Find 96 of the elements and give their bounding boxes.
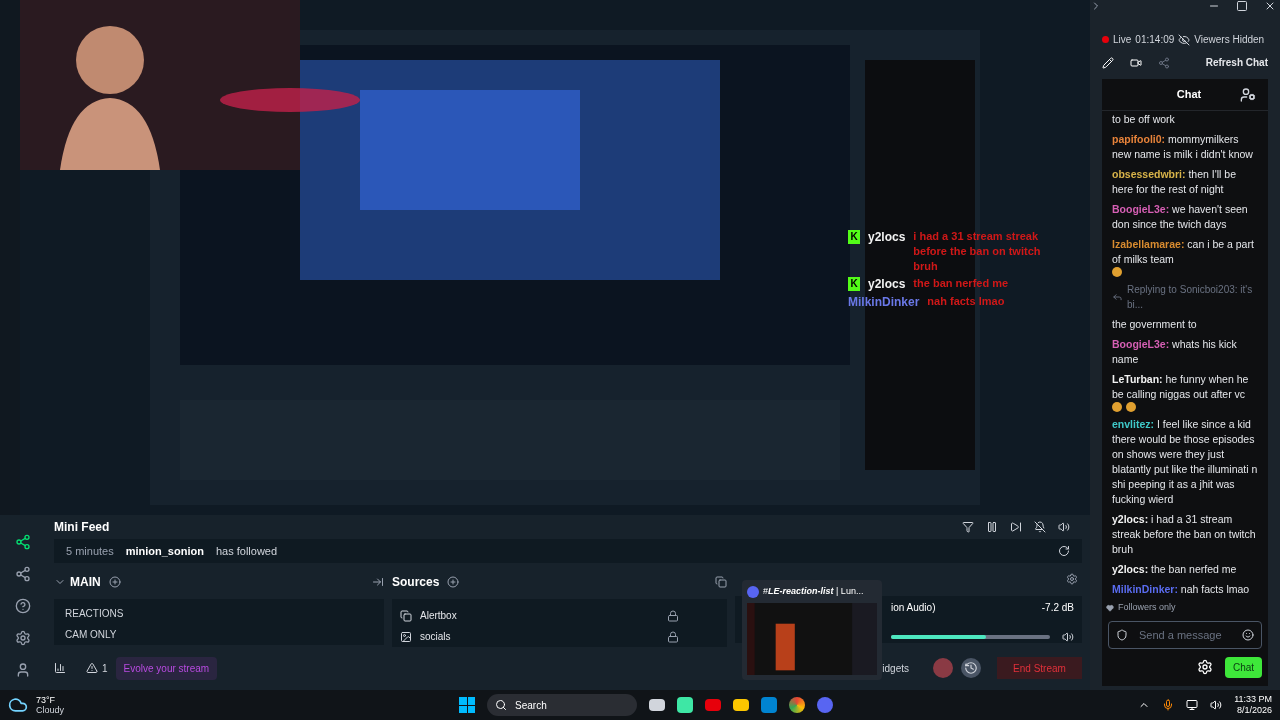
- overlay-message: the ban nerfed me: [913, 276, 1010, 291]
- chat-app-icon[interactable]: [817, 697, 833, 713]
- replay-icon[interactable]: [961, 658, 981, 678]
- user-settings-icon[interactable]: [1240, 86, 1256, 103]
- stream-timer: 01:14:09: [1135, 33, 1175, 47]
- start-icon[interactable]: [459, 697, 475, 713]
- source-item[interactable]: Alertbox: [420, 608, 457, 623]
- edit-icon[interactable]: [1102, 56, 1114, 69]
- chat-message: papifooli0: mommymilkers new name is milk i didn't know: [1112, 132, 1254, 162]
- panel-title: Mini Feed: [54, 519, 110, 536]
- followers-only-label: Followers only: [1118, 601, 1176, 614]
- chat-message: y2locs: i had a 31 stream streak before the ban on twitch bruh: [1112, 512, 1257, 557]
- end-stream-button[interactable]: End Stream: [997, 657, 1082, 679]
- chat-app-icon: [747, 585, 759, 598]
- hidden-eye-icon: [1178, 33, 1191, 46]
- weather-condition: Cloudy: [36, 705, 64, 715]
- skip-icon[interactable]: [1010, 521, 1022, 533]
- volume-icon[interactable]: [1210, 699, 1223, 711]
- add-icon[interactable]: [447, 576, 460, 588]
- volume-icon[interactable]: [1058, 521, 1070, 533]
- display-icon[interactable]: [1186, 699, 1199, 711]
- taskbar-search[interactable]: Search: [487, 694, 637, 716]
- scene-item[interactable]: REACTIONS: [54, 603, 384, 624]
- refresh-chat-button[interactable]: Refresh Chat: [1205, 55, 1268, 70]
- sources-title: Sources: [392, 574, 440, 591]
- weather-icon[interactable]: [8, 695, 28, 715]
- lock-icon[interactable]: [667, 609, 679, 622]
- alert-count: 1: [102, 661, 108, 676]
- collapse-panel-icon[interactable]: [372, 576, 384, 588]
- clock-time: 11:33 PM: [1234, 694, 1272, 705]
- volume-icon[interactable]: [1062, 631, 1074, 643]
- preview-title: #LE-reaction-list | Lun...: [763, 585, 864, 598]
- alert-icon[interactable]: [86, 662, 98, 674]
- mail-icon[interactable]: [761, 697, 777, 713]
- scene-item[interactable]: CAM ONLY: [54, 624, 384, 645]
- badge-icon: [1116, 628, 1128, 641]
- stats-icon[interactable]: [54, 662, 66, 674]
- clock-date: 8/1/2026: [1236, 705, 1272, 716]
- chat-send-button[interactable]: Chat: [1225, 656, 1262, 678]
- chat-message: to be off work: [1112, 112, 1176, 127]
- overlay-username: MilkinDinker: [848, 294, 920, 310]
- lock-icon[interactable]: [667, 630, 679, 643]
- microphone-icon[interactable]: [1162, 699, 1175, 711]
- browser-icon[interactable]: [789, 697, 805, 713]
- maximize-icon[interactable]: [1236, 0, 1248, 12]
- chat-message: BoogieL3e: whats his kick name: [1112, 337, 1238, 367]
- source-item[interactable]: socials: [420, 629, 451, 644]
- chat-message: the government to: [1112, 317, 1198, 332]
- message-field[interactable]: Send a message: [1108, 620, 1262, 649]
- overlay-message: nah facts lmao: [927, 294, 1006, 309]
- close-icon[interactable]: [1264, 0, 1276, 12]
- chat-title: Chat: [1175, 87, 1202, 103]
- volume-slider[interactable]: [891, 635, 1050, 639]
- emoji-icon: [1112, 267, 1122, 277]
- feed-time: 5 minutes: [66, 543, 114, 559]
- feed-user: minion_sonion: [125, 543, 204, 559]
- filter-icon[interactable]: [962, 521, 974, 533]
- reply-context: Replying to Sonicboi203: it's bi...: [1126, 283, 1254, 312]
- chat-message: Izabellamarae: can i be a part of milks team: [1112, 237, 1255, 267]
- reply-icon: [1112, 291, 1123, 303]
- badge-icon: K: [848, 230, 860, 244]
- chat-message: obsessedwbri: then I'll be here for the rest of night: [1112, 167, 1237, 197]
- viewer-count: Viewers Hidden: [1194, 33, 1265, 47]
- camera-icon[interactable]: [1130, 56, 1142, 69]
- browser-source-icon: [400, 609, 412, 622]
- emoji-picker-icon[interactable]: [1242, 628, 1254, 641]
- pause-icon[interactable]: [986, 521, 998, 533]
- audio-level-reading: -7.2 dB: [1041, 601, 1074, 615]
- chat-message: y2locs: the ban nerfed me: [1112, 562, 1238, 577]
- overlay-username: y2locs: [868, 229, 906, 245]
- chat-message: LeTurban: he funny when he be calling niggas out after vc: [1112, 372, 1250, 402]
- live-label: Live: [1113, 33, 1132, 47]
- app-icon[interactable]: [677, 697, 693, 713]
- overlay-username: y2locs: [868, 276, 906, 292]
- badge-icon: K: [848, 277, 860, 291]
- widgets-label: idgets: [881, 661, 909, 676]
- share-icon[interactable]: [1158, 56, 1170, 69]
- add-icon[interactable]: [108, 576, 121, 588]
- chat-message: MilkinDinker: nah facts lmao: [1112, 582, 1251, 597]
- chat-message: BoogieL3e: we haven't seen don since the twich days: [1112, 202, 1249, 232]
- settings-icon[interactable]: [14, 630, 31, 646]
- copy-icon[interactable]: [715, 576, 727, 588]
- temperature: 73°F: [36, 695, 57, 705]
- scene-collection-title: MAIN: [70, 574, 101, 591]
- promo-button[interactable]: Evolve your stream: [115, 656, 218, 680]
- folder-icon[interactable]: [733, 699, 749, 711]
- feed-action: has followed: [215, 543, 278, 559]
- video-app-icon[interactable]: [705, 699, 721, 711]
- image-icon: [400, 630, 412, 643]
- help-icon[interactable]: [14, 598, 31, 614]
- mute-alerts-icon[interactable]: [1034, 521, 1046, 533]
- search-icon: [495, 699, 507, 711]
- audio-source-name: ion Audio): [891, 601, 936, 615]
- heart-icon: [1106, 603, 1114, 612]
- chat-message: envlitez: I feel like since a kid there would be those episodes on shows were they just blatantly put like the illuminati n shi peeping it as a jhit was fucking wierd: [1112, 417, 1258, 507]
- refresh-icon[interactable]: [1058, 545, 1070, 557]
